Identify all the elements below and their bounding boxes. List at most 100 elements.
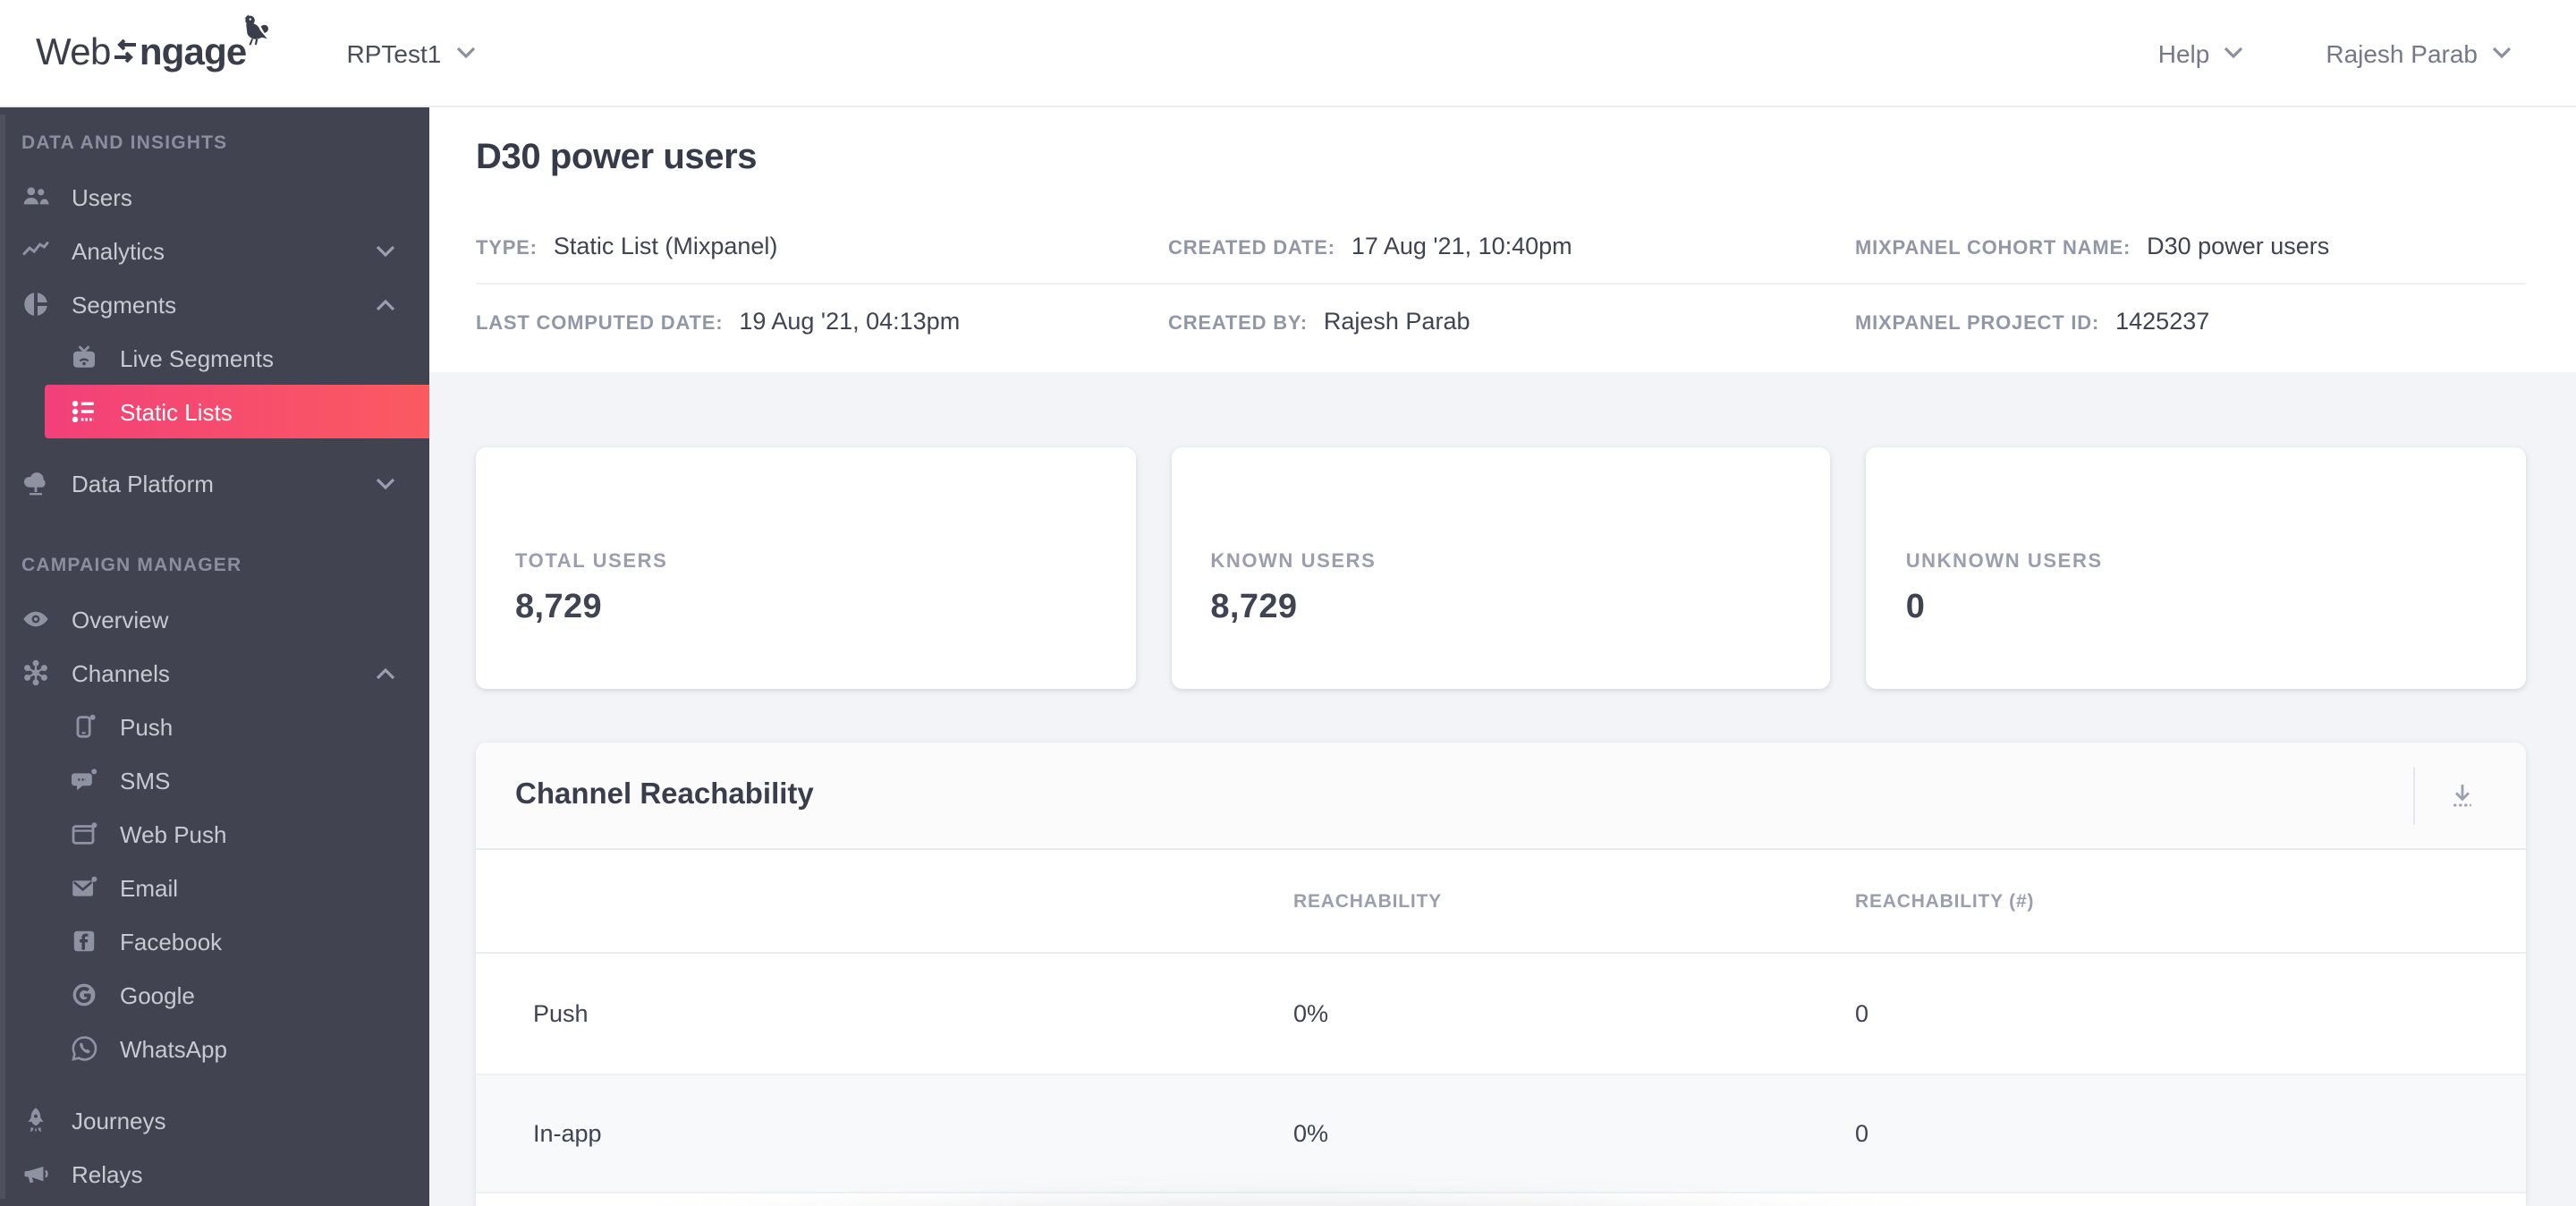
reachability-cell: 0% xyxy=(1293,1120,1329,1147)
user-menu[interactable]: Rajesh Parab xyxy=(2326,38,2512,67)
column-header: REACHABILITY (#) xyxy=(1855,890,2035,912)
page-title: D30 power users xyxy=(476,138,758,177)
sms-icon xyxy=(70,765,100,795)
sidebar-section-title: CAMPAIGN MANAGER xyxy=(21,555,242,576)
metadata-label: CREATED BY: xyxy=(1168,312,1308,334)
metadata-value: Static List (Mixpanel) xyxy=(553,233,778,259)
facebook-icon xyxy=(70,926,100,956)
metadata-value: 1425237 xyxy=(2115,307,2210,334)
sidebar-item-label: Segments xyxy=(72,291,177,318)
user-name: Rajesh Parab xyxy=(2326,38,2478,67)
sidebar-item-sms[interactable]: SMS xyxy=(0,753,429,807)
sidebar-item-journeys[interactable]: Journeys xyxy=(0,1093,429,1147)
chevron-down-icon xyxy=(2224,47,2243,59)
topbar-right: Help Rajesh Parab xyxy=(2158,38,2512,67)
metadata-field-created-date: CREATED DATE: 17 Aug '21, 10:40pm xyxy=(1168,233,1855,259)
sidebar-item-label: Email xyxy=(120,874,179,901)
sidebar-item-facebook[interactable]: Facebook xyxy=(0,914,429,968)
metadata-value: D30 power users xyxy=(2147,233,2330,259)
metadata-label: CREATED DATE: xyxy=(1168,238,1335,259)
stat-cards: TOTAL USERS 8,729 KNOWN USERS 8,729 UNKNOWN … xyxy=(476,447,2527,689)
sidebar-item-push[interactable]: Push xyxy=(0,700,429,753)
users-icon xyxy=(21,182,52,212)
column-header: REACHABILITY xyxy=(1293,890,1442,912)
sidebar-item-segments[interactable]: Segments xyxy=(0,277,429,331)
reachability-count-cell: 0 xyxy=(1855,1120,1869,1147)
sidebar-item-label: Web Push xyxy=(120,820,227,847)
sidebar-item-label: Channels xyxy=(72,659,170,686)
chevron-down-icon xyxy=(376,244,395,257)
panel-title: Channel Reachability xyxy=(515,778,814,811)
chevron-down-icon xyxy=(456,47,475,59)
push-icon xyxy=(70,711,100,742)
sidebar-item-label: Overview xyxy=(72,606,169,633)
metadata-field-last-computed-date: LAST COMPUTED DATE: 19 Aug '21, 04:13pm xyxy=(476,307,1168,334)
sidebar-section-title: DATA AND INSIGHTS xyxy=(21,132,228,154)
segments-icon xyxy=(21,289,52,319)
channels-icon xyxy=(21,658,52,688)
project-switcher[interactable]: RPTest1 xyxy=(347,38,476,67)
sidebar-item-label: Journeys xyxy=(72,1107,166,1134)
metadata-label: MIXPANEL COHORT NAME: xyxy=(1855,238,2131,259)
sidebar-item-relays[interactable]: Relays xyxy=(0,1147,429,1201)
download-button[interactable] xyxy=(2415,780,2508,811)
webengage-logo[interactable]: Web ngage xyxy=(36,13,268,74)
list-header-section: D30 power users TYPE: Static List (Mixpan… xyxy=(429,107,2576,372)
sidebar-scrollbar[interactable] xyxy=(0,115,5,1199)
stat-card-known-users: KNOWN USERS 8,729 xyxy=(1171,447,1831,689)
stat-card-value: 8,729 xyxy=(515,589,603,626)
sidebar-item-label: Users xyxy=(72,183,132,210)
chevron-up-icon xyxy=(376,667,395,679)
sidebar-item-channels[interactable]: Channels xyxy=(0,646,429,700)
stat-card-value: 0 xyxy=(1905,589,1926,626)
sidebar-item-static-lists[interactable]: Static Lists xyxy=(45,385,429,438)
metadata-label: MIXPANEL PROJECT ID: xyxy=(1855,312,2100,334)
metadata-label: TYPE: xyxy=(476,238,538,259)
sidebar-nav: DATA AND INSIGHTS Users Analytics Segments L… xyxy=(0,107,429,1201)
relays-icon xyxy=(21,1159,52,1189)
metadata-value: 19 Aug '21, 04:13pm xyxy=(739,307,961,334)
sidebar-item-analytics[interactable]: Analytics xyxy=(0,224,429,277)
table-row-partial xyxy=(476,1192,2526,1206)
reachability-count-cell: 0 xyxy=(1855,1000,1869,1027)
logo-bird-icon xyxy=(243,13,268,45)
sidebar: DATA AND INSIGHTS Users Analytics Segments L… xyxy=(0,107,429,1206)
sidebar-item-live-segments[interactable]: Live Segments xyxy=(0,331,429,385)
sidebar-item-data-platform[interactable]: Data Platform xyxy=(0,456,429,510)
topbar: Web ngage RPTest1 Help Rajesh Parab xyxy=(0,0,2576,107)
sidebar-sublist: Live Segments Static Lists xyxy=(0,331,429,438)
sidebar-item-label: Google xyxy=(120,981,195,1008)
metadata-value: Rajesh Parab xyxy=(1323,307,1470,334)
google-icon xyxy=(70,980,100,1010)
stat-card-label: UNKNOWN USERS xyxy=(1905,551,2103,573)
help-label: Help xyxy=(2157,38,2210,67)
sidebar-item-whatsapp[interactable]: WhatsApp xyxy=(0,1022,429,1075)
data-platform-icon xyxy=(21,468,52,498)
panel-header: Channel Reachability xyxy=(476,743,2526,850)
sidebar-item-overview[interactable]: Overview xyxy=(0,592,429,646)
stat-card-unknown-users: UNKNOWN USERS 0 xyxy=(1866,447,2527,689)
reachability-table: REACHABILITY REACHABILITY (#) Push 0% 0 In-ap… xyxy=(476,850,2526,1206)
analytics-icon xyxy=(21,235,52,266)
sidebar-item-users[interactable]: Users xyxy=(0,170,429,224)
app: Web ngage RPTest1 Help Rajesh Parab DATA… xyxy=(0,0,2576,1206)
logo-text-web: Web xyxy=(36,31,111,72)
chevron-down-icon xyxy=(2492,47,2512,59)
list-metadata: TYPE: Static List (Mixpanel) CREATED DATE:… xyxy=(476,209,2526,356)
stat-card-label: TOTAL USERS xyxy=(515,551,668,573)
stat-card-value: 8,729 xyxy=(1210,589,1298,626)
sidebar-item-email[interactable]: Email xyxy=(0,861,429,914)
table-header-row: REACHABILITY REACHABILITY (#) xyxy=(476,850,2526,954)
live-segments-icon xyxy=(70,343,100,373)
main-content: D30 power users TYPE: Static List (Mixpan… xyxy=(429,107,2576,1206)
sidebar-item-label: Data Platform xyxy=(72,470,214,497)
help-menu[interactable]: Help xyxy=(2158,38,2244,67)
sidebar-item-google[interactable]: Google xyxy=(0,968,429,1022)
sidebar-item-label: Analytics xyxy=(72,237,165,264)
overview-icon xyxy=(21,604,52,634)
webpush-icon xyxy=(70,819,100,849)
sidebar-item-web-push[interactable]: Web Push xyxy=(0,807,429,861)
channel-reachability-panel: Channel Reachability REACHABILITY REACHAB… xyxy=(476,743,2526,1206)
logo-text-ngage: ngage xyxy=(139,31,247,72)
chevron-down-icon xyxy=(376,477,395,489)
